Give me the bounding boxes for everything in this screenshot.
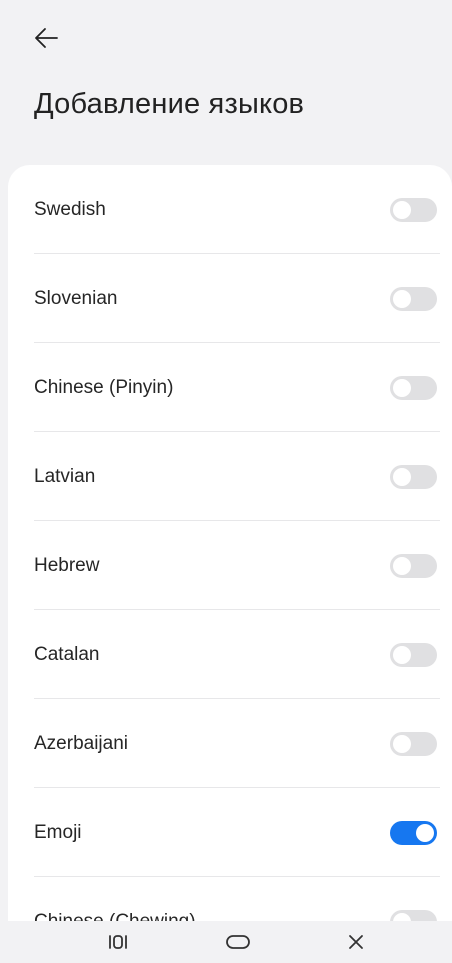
page-title: Добавление языков [34,88,305,120]
toggle-knob [393,289,411,308]
recents-button[interactable] [88,921,148,963]
app-header: Добавление языков [0,0,452,165]
list-item-azerbaijani[interactable]: Azerbaijani [8,699,452,788]
list-item-emoji[interactable]: Emoji [8,788,452,877]
language-label: Swedish [34,198,106,220]
home-button[interactable] [208,921,268,963]
back-nav-button[interactable] [326,921,386,963]
system-navigation-bar [0,921,452,963]
language-list: Swedish Slovenian Chinese (Pinyin) Latvi… [8,165,452,935]
arrow-left-icon [35,28,58,48]
language-label: Azerbaijani [34,732,128,754]
toggle-knob [393,467,411,486]
language-label: Hebrew [34,554,100,576]
toggle-knob [416,823,434,842]
language-toggle[interactable] [390,286,437,311]
language-toggle[interactable] [390,820,437,845]
language-toggle[interactable] [390,197,437,222]
toggle-knob [393,200,411,219]
language-toggle[interactable] [390,642,437,667]
list-item-swedish[interactable]: Swedish [8,165,452,254]
language-label: Catalan [34,643,100,665]
back-button[interactable] [26,18,66,58]
language-toggle[interactable] [390,464,437,489]
language-label: Latvian [34,465,96,487]
language-label: Slovenian [34,287,118,309]
toggle-knob [393,378,411,397]
home-icon [226,935,250,949]
language-label: Chinese (Pinyin) [34,376,174,398]
language-label: Emoji [34,821,82,843]
list-item-latvian[interactable]: Latvian [8,432,452,521]
toggle-knob [393,734,411,753]
recents-icon [109,935,127,949]
list-item-chinese-pinyin[interactable]: Chinese (Pinyin) [8,343,452,432]
list-item-catalan[interactable]: Catalan [8,610,452,699]
toggle-knob [393,645,411,664]
language-toggle[interactable] [390,553,437,578]
language-toggle[interactable] [390,375,437,400]
list-item-hebrew[interactable]: Hebrew [8,521,452,610]
language-toggle[interactable] [390,731,437,756]
list-item-slovenian[interactable]: Slovenian [8,254,452,343]
close-icon [349,935,363,949]
toggle-knob [393,556,411,575]
